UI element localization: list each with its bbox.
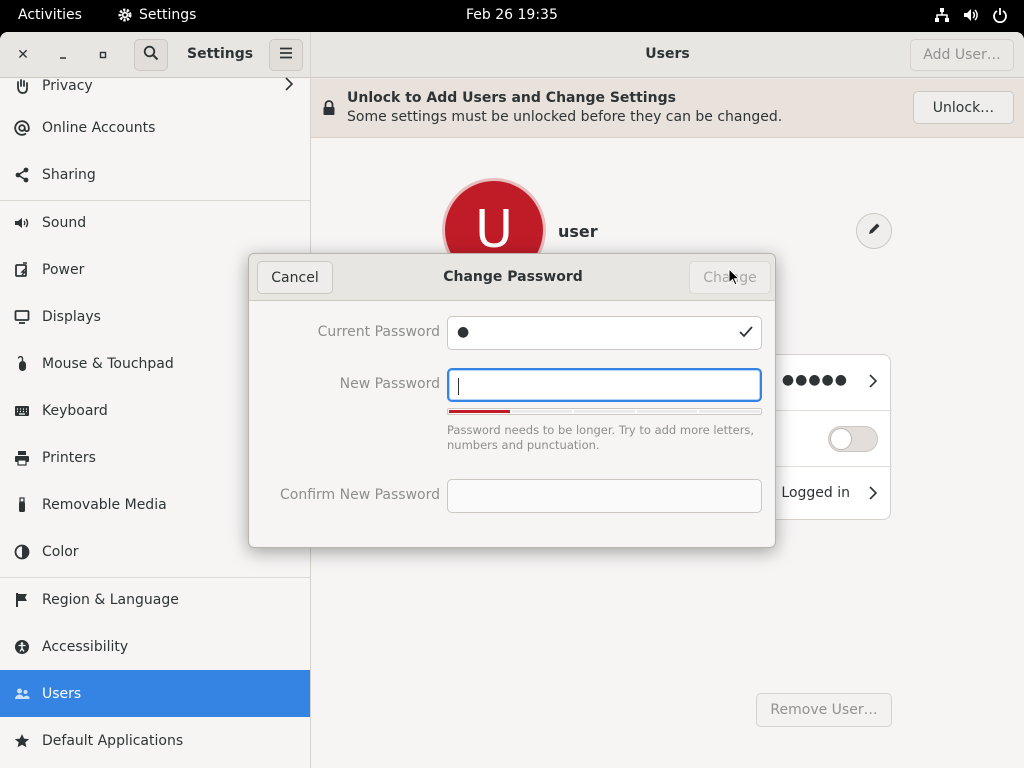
palette-icon <box>13 543 31 561</box>
strength-segment <box>511 410 573 413</box>
chevron-right-icon <box>284 77 294 95</box>
new-password-field[interactable] <box>447 368 762 402</box>
system-tray[interactable] <box>934 7 1008 23</box>
password-hint: Password needs to be longer. Try to add … <box>447 423 755 452</box>
add-user-button[interactable]: Add User… <box>910 39 1014 71</box>
lock-icon <box>322 100 336 120</box>
sidebar-item-label: Color <box>42 543 79 560</box>
confirm-password-field[interactable] <box>447 479 762 513</box>
infobar-text: Some settings must be unlocked before th… <box>347 109 783 125</box>
chevron-right-icon <box>868 373 878 393</box>
accessibility-icon <box>13 638 31 656</box>
sidebar-item-privacy[interactable]: Privacy <box>0 71 310 101</box>
close-icon[interactable]: ✕ <box>10 42 36 68</box>
strength-segment <box>699 410 760 413</box>
keyboard-icon <box>13 402 31 420</box>
sidebar-item-label: Sharing <box>42 166 96 183</box>
sidebar-item-label: Keyboard <box>42 402 108 419</box>
users-icon <box>13 685 31 703</box>
auto-login-toggle[interactable] <box>828 426 878 452</box>
sidebar-item-label: Sound <box>42 214 87 231</box>
sidebar-item-default-applications[interactable]: Default Applications <box>0 717 310 764</box>
app-name: Settings <box>139 7 197 23</box>
sidebar-item-label: Online Accounts <box>42 119 156 136</box>
current-password-label: Current Password <box>317 324 440 340</box>
edit-name-button[interactable] <box>856 213 892 249</box>
menu-button[interactable] <box>269 39 303 71</box>
sidebar-item-label: Displays <box>42 308 101 325</box>
main-header: Users Add User… <box>311 32 1024 78</box>
clock[interactable]: Feb 26 19:35 <box>466 7 558 23</box>
speaker-icon <box>13 214 31 232</box>
sidebar-item-label: Privacy <box>42 78 93 94</box>
pencil-icon <box>867 222 881 240</box>
sidebar-item-label: Default Applications <box>42 732 184 749</box>
text-caret <box>458 378 459 395</box>
battery-icon <box>13 261 31 279</box>
strength-segment <box>574 410 635 413</box>
search-icon <box>143 45 159 65</box>
confirm-password-label: Confirm New Password <box>279 487 440 503</box>
at-icon <box>13 119 31 137</box>
checkmark-icon <box>739 326 753 342</box>
current-password-value: ● <box>457 324 470 340</box>
activities-button[interactable]: Activities <box>18 7 82 23</box>
sidebar-item-label: Removable Media <box>42 496 167 513</box>
password-dots: ●●●●● <box>781 372 848 388</box>
sidebar-item-label: Mouse & Touchpad <box>42 355 174 372</box>
sidebar-item-label: Printers <box>42 449 96 466</box>
sidebar-item-sharing[interactable]: Sharing <box>0 151 310 198</box>
sidebar-item-region-language[interactable]: Region & Language <box>0 576 310 623</box>
sidebar-item-accessibility[interactable]: Accessibility <box>0 623 310 670</box>
flag-icon <box>13 591 31 609</box>
password-strength-bar <box>447 408 762 415</box>
change-password-dialog: Cancel Change Password Change Current Pa… <box>248 253 776 548</box>
power-icon <box>992 7 1008 23</box>
unlock-button[interactable]: Unlock… <box>913 91 1014 124</box>
app-menu[interactable]: Settings <box>117 7 196 23</box>
gear-icon <box>117 7 133 23</box>
mouse-icon <box>13 355 31 373</box>
monitor-icon <box>13 308 31 326</box>
mouse-pointer-icon <box>728 267 741 290</box>
sidebar-item-label: Region & Language <box>42 591 179 608</box>
chevron-right-icon <box>868 485 878 505</box>
hamburger-icon <box>279 47 293 63</box>
remove-user-button[interactable]: Remove User… <box>756 693 892 727</box>
strength-segment <box>636 410 698 413</box>
maximize-icon[interactable] <box>90 42 116 68</box>
sidebar-item-sound[interactable]: Sound <box>0 199 310 246</box>
strength-segment <box>449 410 510 413</box>
hand-icon <box>13 77 31 95</box>
username: user <box>558 222 598 241</box>
sidebar-item-label: Power <box>42 261 85 278</box>
minimize-icon[interactable] <box>50 42 76 68</box>
sidebar-item-label: Accessibility <box>42 638 129 655</box>
star-icon <box>13 732 31 750</box>
unlock-infobar: Unlock to Add Users and Change Settings … <box>311 79 1024 138</box>
sidebar-item-users[interactable]: Users <box>0 670 310 717</box>
search-button[interactable] <box>134 39 168 71</box>
sidebar-item-online-accounts[interactable]: Online Accounts <box>0 104 310 151</box>
sidebar-item-label: Users <box>42 685 82 702</box>
printer-icon <box>13 449 31 467</box>
new-password-label: New Password <box>339 376 440 392</box>
infobar-title: Unlock to Add Users and Change Settings <box>347 90 676 106</box>
dialog-header: Cancel Change Password Change <box>249 254 775 301</box>
current-password-field[interactable]: ● <box>447 316 762 350</box>
sidebar-title: Settings <box>187 46 254 62</box>
network-icon <box>934 7 950 23</box>
volume-icon <box>962 7 980 23</box>
usb-icon <box>13 496 31 514</box>
top-bar: Activities Settings Feb 26 19:35 <box>0 0 1024 32</box>
avatar-letter: U <box>474 200 514 260</box>
share-icon <box>13 166 31 184</box>
activity-status: Logged in <box>781 485 850 501</box>
